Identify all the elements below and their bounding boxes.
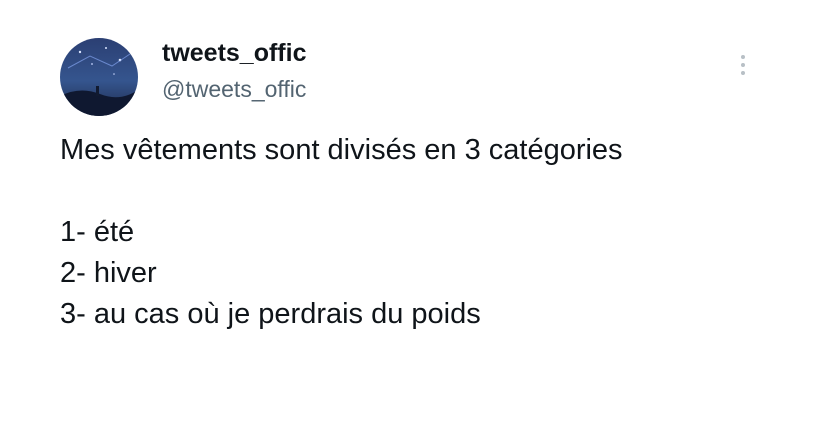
tweet-line-1: 1- été xyxy=(60,216,135,248)
author-handle[interactable]: @tweets_offic xyxy=(162,74,306,104)
tweet-line-2: 2- hiver xyxy=(60,257,157,289)
avatar[interactable] xyxy=(60,38,138,116)
tweet-card: tweets_offic @tweets_offic Mes vêtements… xyxy=(0,0,813,447)
tweet-line-3: 3- au cas où je perdrais du poids xyxy=(60,298,481,330)
tweet-text: Mes vêtements sont divisés en 3 catégori… xyxy=(60,132,623,337)
avatar-image xyxy=(60,38,138,116)
author-display-name[interactable]: tweets_offic xyxy=(162,38,306,68)
tweet-intro: Mes vêtements sont divisés en 3 catégori… xyxy=(60,134,623,166)
author-names: tweets_offic @tweets_offic xyxy=(162,38,306,104)
more-vertical-icon[interactable] xyxy=(733,52,753,80)
